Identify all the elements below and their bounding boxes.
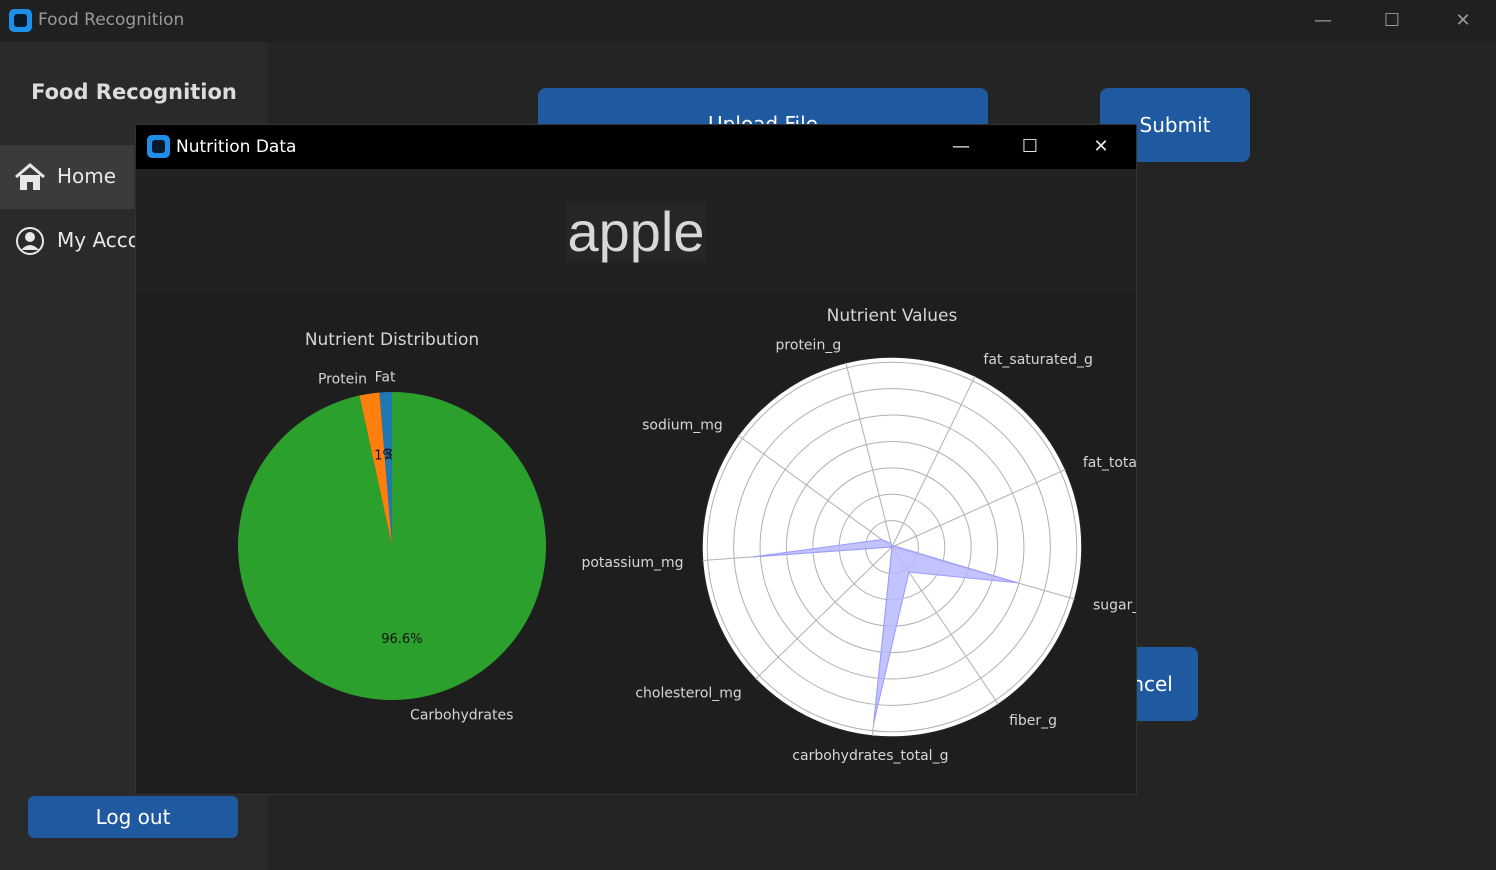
radar-axis-label: fat_saturated_g xyxy=(983,352,1092,368)
radar-axis-label: sodium_mg xyxy=(642,417,723,433)
maximize-icon[interactable]: ☐ xyxy=(1377,8,1407,34)
pie-label: Carbohydrates xyxy=(410,707,513,723)
window-title: Food Recognition xyxy=(38,10,185,30)
user-circle-icon xyxy=(16,227,44,255)
radar-axis-label: potassium_mg xyxy=(581,555,683,571)
minimize-icon[interactable]: — xyxy=(1308,8,1338,34)
maximize-icon[interactable]: ☐ xyxy=(1015,134,1045,160)
close-icon[interactable]: ✕ xyxy=(1086,134,1116,160)
pie-value-label: 96.6% xyxy=(381,632,422,647)
app-titlebar: Food Recognition — ☐ ✕ xyxy=(0,0,1496,42)
modal-titlebar: Nutrition Data — ☐ ✕ xyxy=(136,125,1136,169)
close-icon[interactable]: ✕ xyxy=(1448,8,1478,34)
radar-axis-label: sugar_g xyxy=(1093,597,1136,613)
radar-axis-label: cholesterol_mg xyxy=(635,685,741,701)
food-header: apple xyxy=(136,169,1136,293)
pie-title: Nutrient Distribution xyxy=(305,330,479,350)
chart-area: Nutrient Distribution Fat 1.3% Protein 2.1% C… xyxy=(136,293,1157,794)
pie-label: Fat xyxy=(375,370,396,386)
radar-title: Nutrient Values xyxy=(827,306,958,326)
radar-axis-label: fat_total_g xyxy=(1083,455,1136,471)
sidebar-item-home[interactable]: Home xyxy=(0,145,134,209)
radar-axis-label: fiber_g xyxy=(1009,713,1057,729)
sidebar-brand: Food Recognition xyxy=(31,80,237,104)
radar-axis-label: protein_g xyxy=(776,337,842,353)
pie-label: Protein xyxy=(318,371,367,387)
app-logo-icon xyxy=(9,9,32,32)
sidebar-item-label: Home xyxy=(57,164,117,188)
home-icon xyxy=(15,163,45,190)
app-logo-icon xyxy=(147,135,170,158)
minimize-icon[interactable]: — xyxy=(946,134,976,160)
pie-slice-carbohydrates xyxy=(238,392,546,700)
logout-button[interactable]: Log out xyxy=(28,796,238,838)
nutrition-charts: Nutrient DistributionFat1.3%Protein2.1%C… xyxy=(238,306,1157,764)
nutrition-data-window: Nutrition Data — ☐ ✕ apple Nutrient Dist… xyxy=(135,124,1157,795)
radar-axis-label: carbohydrates_total_g xyxy=(792,748,948,764)
food-name: apple xyxy=(566,200,706,263)
modal-title: Nutrition Data xyxy=(176,137,297,157)
